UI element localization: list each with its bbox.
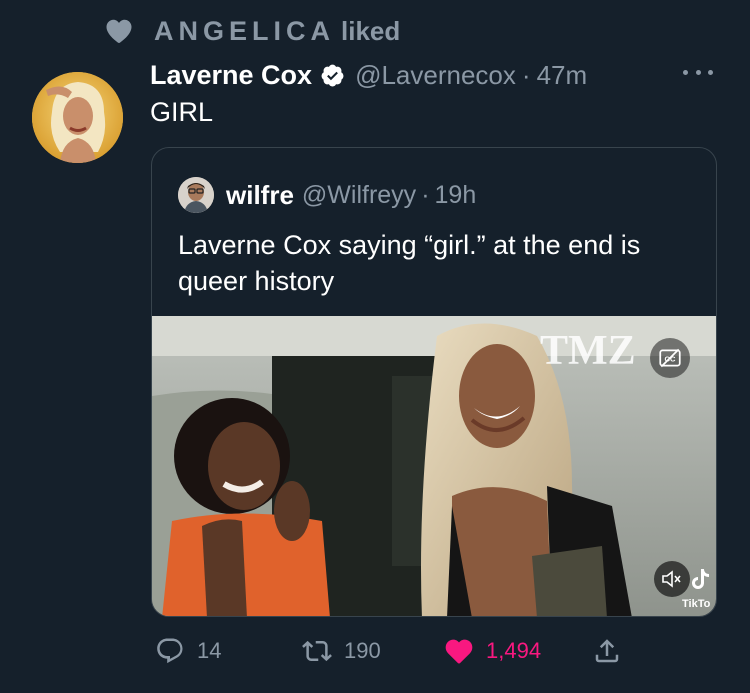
quoted-avatar-image	[178, 177, 214, 213]
quoted-tweet-header: wilfre @Wilfreyy · 19h	[178, 177, 476, 213]
author-avatar[interactable]	[32, 72, 123, 163]
retweet-button[interactable]: 190	[302, 636, 381, 666]
mute-glyph	[662, 570, 681, 588]
tweet-text: GIRL	[150, 97, 214, 127]
retweet-count: 190	[344, 638, 381, 663]
captions-icon[interactable]: CC	[650, 338, 690, 378]
liked-label: liked	[341, 15, 401, 46]
quoted-tweet-text: Laverne Cox saying “girl.” at the end is…	[178, 230, 641, 296]
tweet-timestamp[interactable]: 47m	[537, 60, 588, 91]
tweet-actions: 14 190 1,494	[0, 628, 750, 678]
share-button[interactable]	[592, 636, 622, 666]
video-watermark: TMZ	[540, 328, 636, 374]
author-avatar-image	[32, 72, 123, 163]
quoted-author-avatar[interactable]	[178, 177, 214, 213]
mute-icon[interactable]	[654, 561, 690, 597]
quoted-author-handle[interactable]: @Wilfreyy	[302, 181, 416, 210]
quoted-author-name[interactable]: wilfre	[226, 180, 294, 211]
like-count: 1,494	[486, 638, 542, 663]
reply-button[interactable]: 14	[155, 636, 221, 666]
author-handle[interactable]: @Lavernecox	[355, 60, 516, 91]
more-options-icon[interactable]	[683, 60, 713, 84]
author-name[interactable]: Laverne Cox	[150, 60, 312, 91]
heart-icon	[106, 19, 132, 43]
liker-name[interactable]: ANGELICA	[154, 16, 335, 47]
quoted-tweet[interactable]: wilfre @Wilfreyy · 19h Laverne Cox sayin…	[151, 147, 717, 617]
reply-count: 14	[197, 638, 222, 663]
verified-badge-icon	[321, 64, 344, 86]
reply-icon	[157, 638, 183, 664]
video-frame: TMZ	[152, 316, 716, 616]
captions-glyph: CC	[659, 348, 681, 368]
like-icon	[445, 639, 473, 664]
tweet-header: Laverne Cox @Lavernecox · 47m	[150, 57, 587, 93]
retweet-icon	[302, 640, 332, 662]
like-button[interactable]: 1,494	[444, 636, 541, 666]
separator-dot: ·	[421, 180, 430, 209]
quoted-video[interactable]: TMZ CC TikTo	[152, 316, 716, 616]
share-icon	[595, 639, 619, 663]
separator-dot: ·	[521, 59, 531, 90]
tiktok-label: TikTo	[682, 598, 711, 610]
quoted-tweet-timestamp[interactable]: 19h	[435, 181, 477, 210]
social-context: ANGELICA liked	[104, 14, 400, 48]
tiktok-logo-icon	[690, 568, 710, 590]
